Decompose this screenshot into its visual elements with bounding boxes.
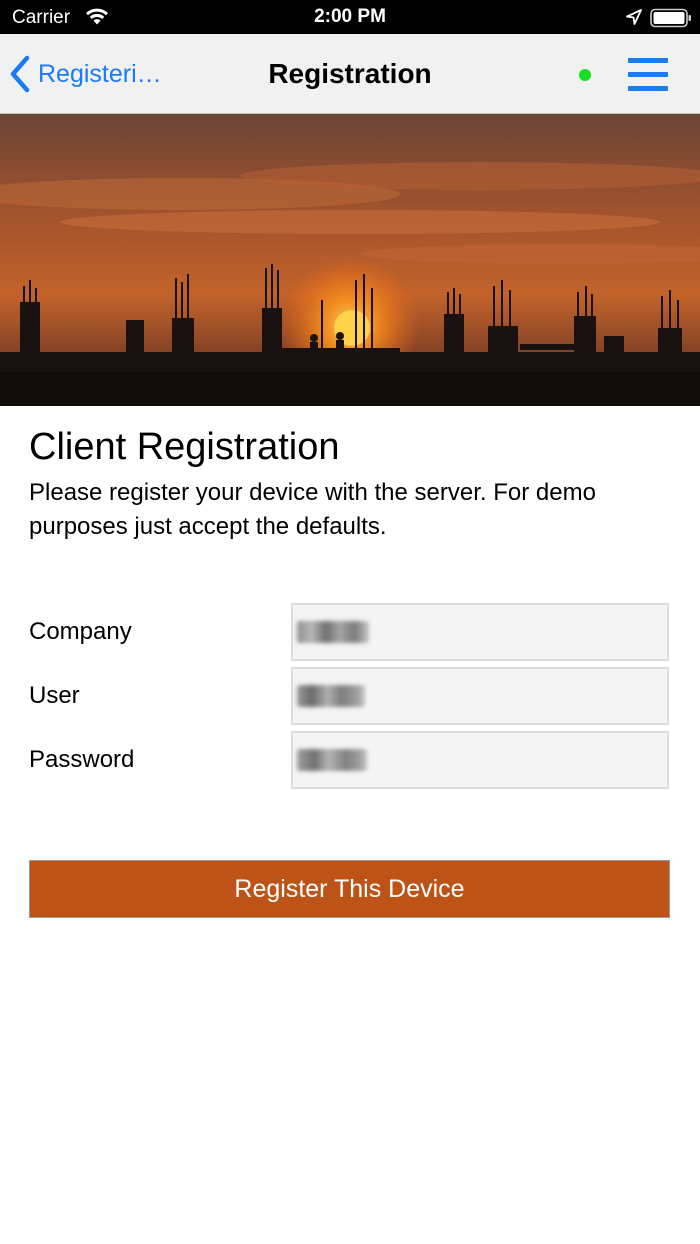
hamburger-menu-icon[interactable] — [626, 56, 670, 94]
user-field[interactable] — [291, 667, 669, 725]
user-label: User — [29, 682, 80, 709]
back-button[interactable]: Registeri… — [8, 34, 162, 114]
password-label: Password — [29, 746, 135, 773]
chevron-left-icon — [10, 55, 30, 93]
register-device-button[interactable]: Register This Device — [29, 860, 670, 918]
location-arrow-icon — [626, 9, 642, 25]
status-bar: Carrier 2:00 PM — [0, 0, 700, 34]
construction-sunset-image — [0, 114, 700, 406]
navigation-bar: Registeri… Registration — [0, 34, 700, 114]
connection-status-dot — [579, 69, 591, 81]
company-row: Company — [29, 603, 671, 661]
company-label: Company — [29, 618, 132, 645]
user-row: User — [29, 667, 671, 725]
battery-full-icon — [650, 8, 691, 28]
section-heading: Client Registration — [29, 426, 340, 468]
intro-text: Please register your device with the ser… — [29, 479, 596, 540]
password-row: Password — [29, 731, 671, 789]
status-time: 2:00 PM — [314, 6, 386, 27]
hero-image — [0, 114, 700, 406]
company-field[interactable] — [291, 603, 669, 661]
back-button-label: Registeri… — [38, 59, 162, 88]
password-field[interactable] — [291, 731, 669, 789]
